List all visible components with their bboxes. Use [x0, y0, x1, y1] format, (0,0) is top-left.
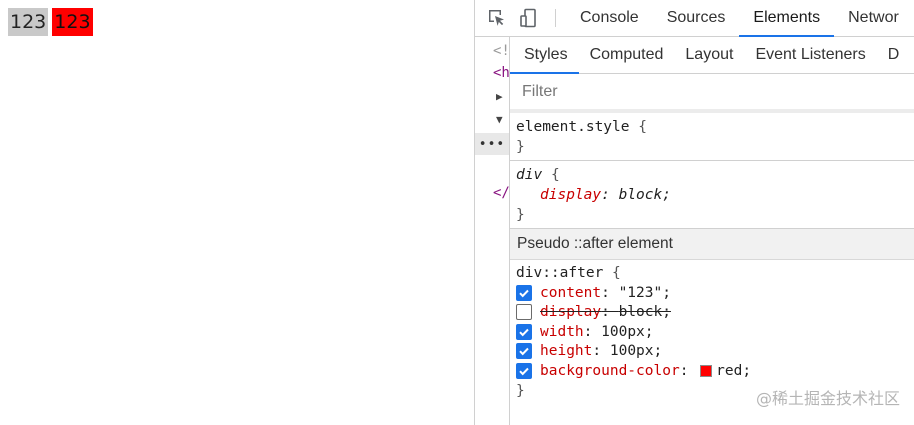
- rule-close-brace: }: [516, 207, 525, 223]
- checkbox-unchecked-icon[interactable]: [516, 304, 532, 321]
- ua-declaration: display: block;: [540, 187, 671, 203]
- declaration-display[interactable]: display: block;: [516, 303, 914, 323]
- property-name: width: [540, 323, 584, 340]
- declaration-content[interactable]: content: "123";: [516, 283, 914, 303]
- rule-selector: element.style: [516, 119, 630, 135]
- rule-open-brace: {: [550, 167, 560, 183]
- property-value: block;: [618, 187, 671, 203]
- subtab-dom-breakpoints[interactable]: D: [877, 37, 911, 73]
- dom-selected-ellipsis[interactable]: •••: [475, 133, 509, 155]
- color-swatch-icon[interactable]: [700, 364, 713, 377]
- tab-console[interactable]: Console: [566, 0, 653, 36]
- subtab-computed[interactable]: Computed: [579, 37, 675, 73]
- declaration-height[interactable]: height: 100px;: [516, 342, 914, 362]
- property-name: display: [540, 304, 602, 321]
- collapse-triangle-icon[interactable]: ▼: [496, 113, 503, 126]
- subtab-styles[interactable]: Styles: [510, 37, 579, 74]
- declaration-width[interactable]: width: 100px;: [516, 322, 914, 342]
- checkbox-checked-icon[interactable]: [516, 323, 532, 340]
- rule-selector: div::after: [516, 265, 604, 281]
- property-name: display: [540, 187, 602, 203]
- checkbox-checked-icon[interactable]: [516, 343, 532, 360]
- rule-selector: div: [516, 167, 543, 183]
- div-text: 123: [8, 8, 49, 36]
- property-value: "123";: [618, 284, 671, 301]
- inspect-element-icon[interactable]: [481, 0, 513, 36]
- property-value: red;: [716, 362, 752, 379]
- checkbox-checked-icon[interactable]: [516, 362, 532, 379]
- property-value: 100px;: [609, 343, 663, 360]
- pseudo-element-header: Pseudo ::after element: [510, 229, 914, 260]
- subtab-layout[interactable]: Layout: [674, 37, 744, 73]
- checkbox-checked-icon[interactable]: [516, 284, 532, 301]
- demo-div[interactable]: 123 123: [8, 8, 93, 36]
- tab-sources[interactable]: Sources: [653, 0, 740, 36]
- tab-network[interactable]: Networ: [834, 0, 913, 36]
- styles-subtabs: Styles Computed Layout Event Listeners D: [510, 37, 914, 74]
- property-value: block;: [618, 304, 671, 321]
- styles-filter-input[interactable]: [520, 81, 904, 102]
- subtab-event-listeners[interactable]: Event Listeners: [744, 37, 876, 73]
- screen: 123 123 Console Sources Elements Networ …: [0, 0, 914, 425]
- element-style-rule[interactable]: element.style { }: [510, 113, 914, 161]
- dom-html-line[interactable]: <h: [493, 65, 510, 81]
- property-value: 100px;: [601, 323, 654, 340]
- devtools-panel: Console Sources Elements Networ <! <h ▶ …: [474, 0, 914, 425]
- overridden-declaration: display: block;: [540, 304, 671, 321]
- device-toolbar-icon[interactable]: [513, 0, 545, 36]
- rule-close-brace: }: [516, 382, 525, 399]
- rule-close-brace: }: [516, 139, 525, 155]
- ua-div-rule[interactable]: div { display: block; }: [510, 161, 914, 229]
- styles-pane: Styles Computed Layout Event Listeners D…: [509, 37, 914, 425]
- dom-doctype-line[interactable]: <!: [493, 43, 510, 59]
- dom-tree: <! <h ▶ ▼ ••• </: [475, 37, 510, 425]
- page-viewport: 123 123: [0, 0, 474, 425]
- dom-close-html-line[interactable]: </: [493, 185, 510, 201]
- rule-open-brace: {: [638, 119, 647, 135]
- property-name: background-color: [540, 362, 680, 379]
- devtools-main-toolbar: Console Sources Elements Networ: [475, 0, 914, 37]
- watermark: @稀土掘金技术社区: [755, 389, 900, 408]
- pseudo-after-box: 123: [52, 8, 93, 36]
- declaration-background-color[interactable]: background-color: red;: [516, 361, 914, 381]
- filter-bar: [510, 74, 914, 113]
- tab-elements[interactable]: Elements: [739, 0, 834, 37]
- rule-open-brace: {: [612, 265, 621, 281]
- after-rule[interactable]: div::after { content: "123"; display: bl…: [510, 260, 914, 404]
- expand-triangle-icon[interactable]: ▶: [496, 90, 503, 103]
- property-name: height: [540, 343, 593, 360]
- property-name: content: [540, 284, 602, 301]
- toolbar-divider: [555, 9, 556, 27]
